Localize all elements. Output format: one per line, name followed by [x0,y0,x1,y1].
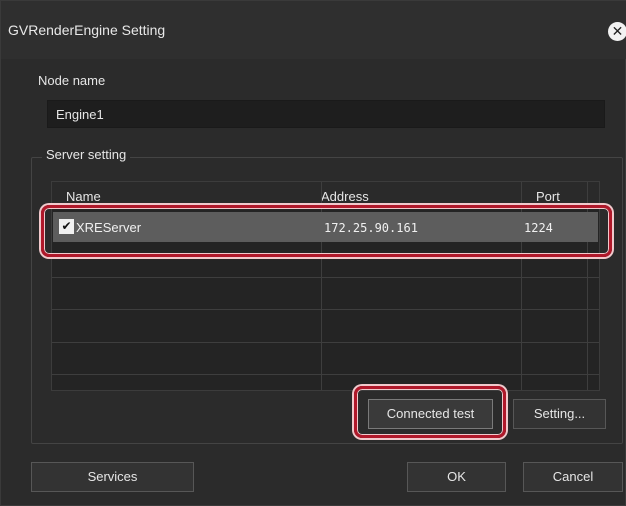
column-header-name[interactable]: Name [66,189,101,204]
server-setting-label: Server setting [42,147,131,162]
row-divider [52,374,599,375]
row-divider [52,277,599,278]
row-divider [52,309,599,310]
row-divider [52,342,599,343]
title-bar: GVRenderEngine Setting ✕ [1,1,626,59]
setting-button[interactable]: Setting... [513,399,606,429]
row-highlight [41,205,612,257]
node-name-input[interactable]: Engine1 [47,100,605,128]
ok-button[interactable]: OK [407,462,506,492]
table-header: Name Address Port [52,182,599,205]
column-header-address[interactable]: Address [321,189,369,204]
column-header-port[interactable]: Port [536,189,560,204]
settings-dialog: GVRenderEngine Setting ✕ Node name Engin… [0,0,626,506]
node-name-label: Node name [38,73,106,88]
window-title: GVRenderEngine Setting [8,22,166,38]
close-icon[interactable]: ✕ [608,22,626,41]
cancel-button[interactable]: Cancel [523,462,623,492]
button-highlight [354,386,506,438]
services-button[interactable]: Services [31,462,194,492]
